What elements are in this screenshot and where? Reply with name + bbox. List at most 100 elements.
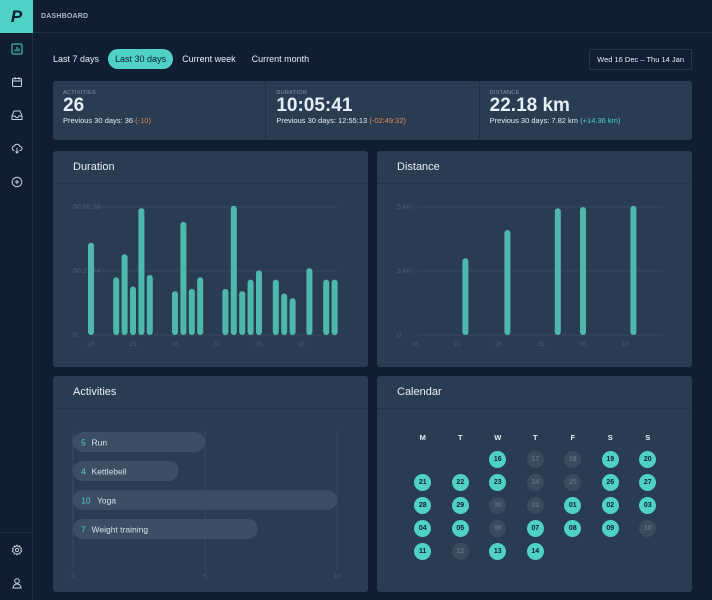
x-tick-label: 10 [621, 341, 629, 348]
panel-title: Activities [53, 376, 368, 409]
distance-panel: Distance 0 3 km 5 km 16 21 26 31 05 10 [377, 151, 692, 367]
calendar-day-inactive[interactable]: 06 [489, 520, 507, 537]
user-icon [11, 578, 22, 589]
calendar-cell: 23 [479, 474, 517, 491]
calendar-day-active[interactable]: 02 [601, 497, 619, 514]
stat-previous-text: Previous 30 days: 7.82 km [489, 116, 579, 125]
calendar-day-active[interactable]: 16 [489, 451, 507, 468]
calendar-day-inactive[interactable]: 12 [451, 543, 469, 560]
calendar-cell: 03 [629, 497, 667, 514]
calendar-icon [11, 77, 22, 87]
calendar-day-inactive[interactable]: 17 [526, 451, 544, 468]
bar [462, 258, 469, 335]
calendar-day-active[interactable]: 05 [451, 520, 469, 537]
calendar-day-active[interactable]: 19 [601, 451, 619, 468]
calendar-cell: 08 [554, 520, 592, 537]
panel-title: Calendar [377, 376, 692, 409]
nav-calendar[interactable] [0, 71, 33, 93]
filter-last-7-days[interactable]: Last 7 days [46, 49, 106, 69]
filter-current-week[interactable]: Current week [175, 49, 243, 69]
bar [180, 221, 187, 335]
activity-label: Run [92, 438, 108, 448]
nav-profile[interactable] [0, 572, 33, 594]
app-logo[interactable]: P [0, 0, 33, 33]
stat-delta: (-10) [135, 116, 151, 125]
calendar-panel: Calendar M T W T F S S 16 17 18 19 20 21 22 23 24 25 26 27… [377, 376, 692, 592]
bar [121, 254, 128, 335]
calendar-day-active[interactable]: 14 [526, 543, 544, 560]
stat-activities: ACTIVITIES 26 Previous 30 days: 36 (-10) [53, 81, 267, 140]
duration-panel: Duration 0 00:27:44 00:55:28 16 21 26 31 05 10 [53, 151, 368, 367]
calendar-day-active[interactable]: 23 [489, 474, 507, 491]
x-tick-label: 05 [255, 341, 263, 348]
x-tick-label: 5 [203, 573, 207, 580]
stats-summary: ACTIVITIES 26 Previous 30 days: 36 (-10)… [53, 81, 692, 140]
calendar-blank [404, 451, 442, 468]
bar [172, 291, 178, 335]
calendar-day-active[interactable]: 01 [564, 497, 582, 514]
calendar-day-inactive[interactable]: 25 [564, 474, 582, 491]
calendar-cell: 14 [517, 543, 555, 560]
date-range-picker[interactable]: Wed 16 Dec – Thu 14 Jan [589, 49, 692, 70]
weekday-label: W [494, 433, 502, 442]
calendar-day-active[interactable]: 03 [639, 497, 657, 514]
stat-previous: Previous 30 days: 7.82 km (+14.36 km) [490, 116, 682, 125]
calendar-cell: 31 [517, 497, 555, 514]
sidebar: P [0, 0, 33, 600]
calendar-day-inactive[interactable]: 31 [526, 497, 544, 514]
x-tick-label: 21 [453, 341, 461, 348]
bar [230, 205, 237, 335]
calendar-cell: 11 [404, 543, 442, 560]
nav-dashboard[interactable] [0, 38, 33, 60]
calendar-day-active[interactable]: 13 [489, 543, 507, 560]
calendar-blank [442, 451, 480, 468]
stat-value: 26 [63, 95, 85, 116]
y-tick-label: 3 km [397, 268, 412, 275]
calendar-cell: 30 [479, 497, 517, 514]
calendar-day-active[interactable]: 22 [451, 474, 469, 491]
calendar-cell: 22 [442, 474, 480, 491]
x-tick-label: 21 [129, 341, 137, 348]
activities-chart: 0 5 10 5 Run 4 Kettlebell 10 Yoga 7 Weight trainin… [71, 431, 341, 580]
duration-chart: 0 00:27:44 00:55:28 16 21 26 31 05 10 [73, 204, 338, 348]
calendar-cell: 20 [629, 451, 667, 468]
weekday-label: T [532, 433, 538, 442]
calendar-day-active[interactable]: 20 [639, 451, 657, 468]
calendar-day-inactive[interactable]: 24 [526, 474, 544, 491]
calendar-day-active[interactable]: 08 [564, 520, 582, 537]
filter-current-month[interactable]: Current month [245, 49, 317, 69]
activities-panel: Activities 0 5 10 5 Run 4 Kettlebell 10 Yoga 7 Wei… [53, 376, 368, 592]
bar [504, 230, 511, 335]
calendar-day-active[interactable]: 04 [414, 520, 432, 537]
nav-download[interactable] [0, 137, 33, 159]
calendar-day-active[interactable]: 07 [526, 520, 544, 537]
calendar-day-inactive[interactable]: 10 [639, 520, 657, 537]
activity-count: 4 [81, 467, 86, 477]
calendar-cell: 05 [442, 520, 480, 537]
calendar-cell: 09 [592, 520, 630, 537]
calendar-day-active[interactable]: 09 [601, 520, 619, 537]
panel-title: Distance [377, 151, 692, 184]
filter-last-30-days[interactable]: Last 30 days [108, 49, 174, 69]
calendar-day-active[interactable]: 28 [414, 497, 432, 514]
calendar-day-active[interactable]: 21 [414, 474, 432, 491]
bar [272, 279, 279, 335]
activity-count: 7 [81, 525, 86, 535]
calendar-day-active[interactable]: 29 [451, 497, 469, 514]
calendar-cell: 07 [517, 520, 555, 537]
weekday-label: F [570, 433, 576, 442]
inbox-icon [11, 110, 22, 120]
stat-value: 10:05:41 [276, 95, 353, 116]
nav-add[interactable] [0, 171, 33, 193]
calendar-day-inactive[interactable]: 18 [564, 451, 582, 468]
weekday-label: S [607, 433, 613, 442]
calendar-day-active[interactable]: 27 [639, 474, 657, 491]
period-filter: Last 7 days Last 30 days Current week Cu… [46, 49, 318, 69]
nav-settings[interactable] [0, 539, 33, 561]
calendar-day-inactive[interactable]: 30 [489, 497, 507, 514]
calendar-day-active[interactable]: 26 [601, 474, 619, 491]
nav-inbox[interactable] [0, 104, 33, 126]
stat-previous: Previous 30 days: 12:55:13 (-02:49:32) [276, 116, 468, 125]
x-tick-label: 0 [71, 573, 75, 580]
calendar-day-active[interactable]: 11 [414, 543, 432, 560]
